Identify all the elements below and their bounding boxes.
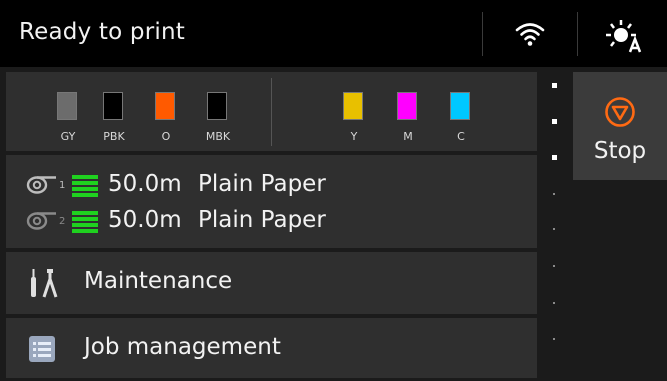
paper-amount: 50.0m — [108, 171, 182, 197]
roll-number: 2 — [59, 216, 65, 227]
maintenance-label: Maintenance — [84, 268, 233, 294]
paper-info-panel[interactable]: 1 50.0m Plain Paper 2 50.0m Plain Paper — [6, 155, 537, 248]
maintenance-menu-item[interactable]: Maintenance — [6, 252, 537, 314]
paper-level-icon — [72, 211, 98, 233]
paper-row: 2 50.0m Plain Paper — [6, 204, 537, 238]
ink-swatch — [103, 92, 123, 120]
roll-paper-icon: 1 — [26, 176, 65, 194]
ink-cartridge: M — [388, 92, 428, 148]
ink-label: Y — [350, 130, 358, 143]
ink-swatch — [155, 92, 175, 120]
roll-paper-icon: 2 — [26, 212, 65, 230]
ink-cartridge: PBK — [94, 92, 134, 148]
stop-button[interactable]: Stop — [573, 72, 667, 180]
roll-number: 1 — [59, 180, 65, 191]
ink-cartridge: C — [441, 92, 481, 148]
ink-swatch — [57, 92, 77, 120]
top-bar: Ready to print — [0, 0, 667, 67]
ink-swatch — [397, 92, 417, 120]
auto-light-icon — [606, 20, 642, 53]
wifi-button[interactable] — [486, 5, 574, 63]
divider — [577, 12, 578, 56]
ink-label: C — [457, 130, 465, 143]
ink-divider — [271, 78, 272, 146]
ink-cartridge: Y — [334, 92, 374, 148]
job-management-menu-item[interactable]: Job management — [6, 318, 537, 378]
divider — [482, 12, 483, 56]
ink-label: O — [161, 130, 171, 143]
ink-label: M — [403, 130, 413, 143]
ink-cartridge: MBK — [198, 92, 238, 148]
paper-amount: 50.0m — [108, 207, 182, 233]
ink-swatch — [207, 92, 227, 120]
ink-cartridge: GY — [48, 92, 88, 148]
ink-level-panel[interactable]: GY PBK O MBK Y M C — [6, 72, 537, 151]
paper-row: 1 50.0m Plain Paper — [6, 168, 537, 202]
ink-label: PBK — [103, 130, 125, 143]
auto-light-button[interactable] — [580, 5, 667, 63]
ink-swatch — [450, 92, 470, 120]
stop-label: Stop — [593, 138, 647, 164]
ink-swatch — [343, 92, 363, 120]
job-list-icon — [29, 336, 55, 362]
page-scroll-indicator[interactable] — [550, 76, 560, 376]
job-management-label: Job management — [84, 334, 281, 360]
maintenance-tools-icon — [31, 269, 58, 298]
paper-type: Plain Paper — [198, 207, 326, 233]
status-area[interactable]: Ready to print — [6, 5, 479, 63]
status-text: Ready to print — [19, 19, 185, 45]
ink-label: MBK — [205, 130, 231, 143]
ink-label: GY — [60, 130, 76, 143]
paper-type: Plain Paper — [198, 171, 326, 197]
paper-level-icon — [72, 175, 98, 197]
ink-cartridge: O — [146, 92, 186, 148]
stop-icon — [605, 97, 635, 127]
wifi-icon — [515, 23, 545, 46]
